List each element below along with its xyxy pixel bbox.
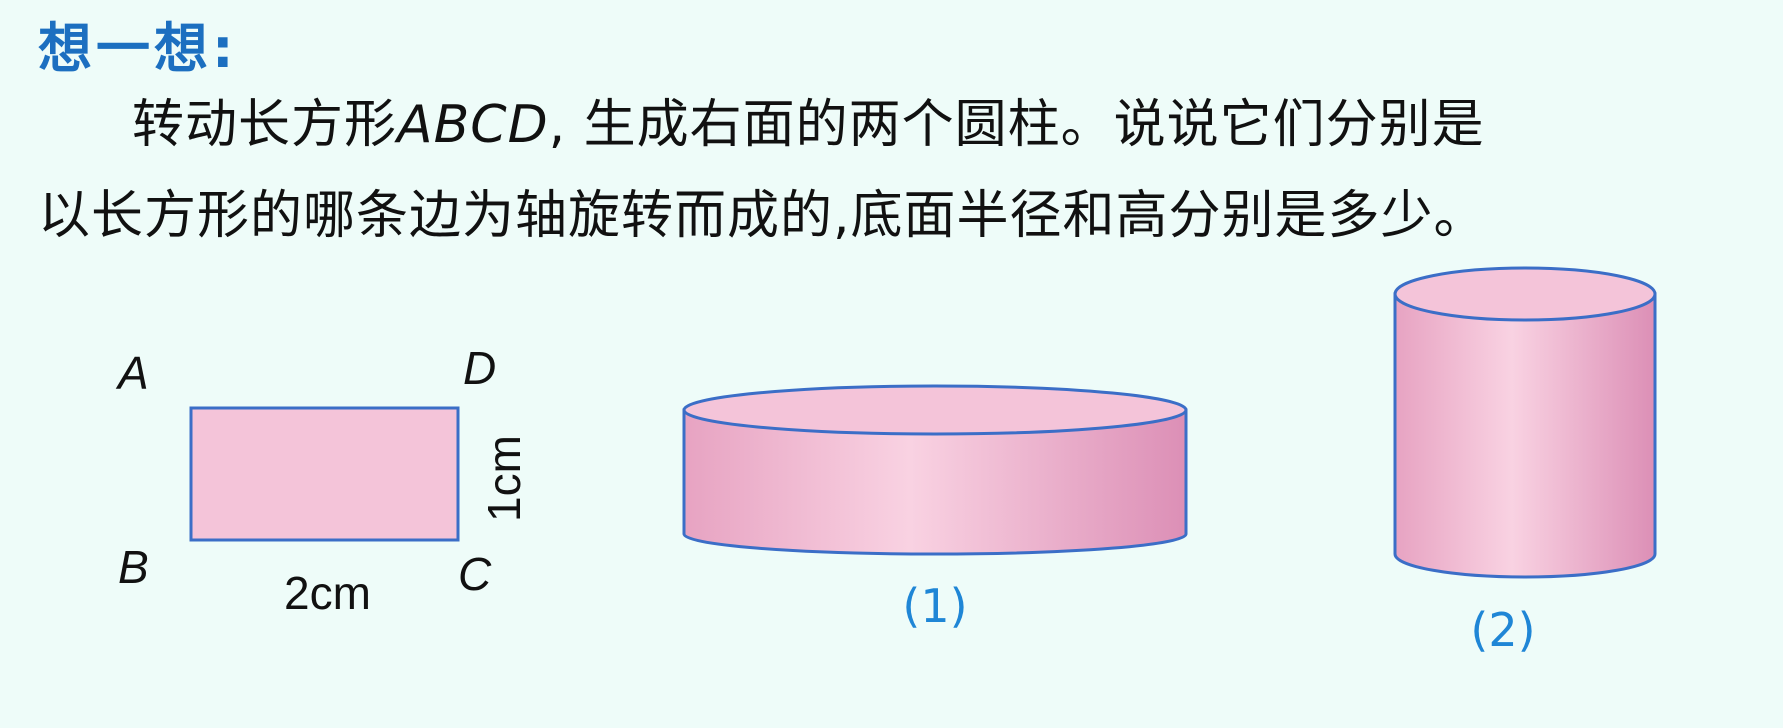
geometry-diagram: A D B C 2cm 1cm (1) (2) [115,266,1657,657]
vertex-d-label: D [463,342,496,394]
cylinder-2-caption: (2) [1470,603,1535,657]
rectangle-shape [189,406,460,542]
vertex-c-label: C [458,548,492,600]
height-label: 1cm [478,435,530,522]
width-label: 2cm [284,567,371,619]
vertex-b-label: B [118,541,149,593]
cylinder-2-top [1393,266,1657,322]
cylinder-1: (1) [682,384,1188,633]
rectangle-abcd: A D B C 2cm 1cm [115,342,530,619]
cylinder-1-caption: (1) [902,579,967,633]
vertex-a-label: A [115,347,149,399]
cylinder-1-top [682,384,1188,436]
cylinder-2-side [1393,292,1657,579]
cylinder-2: (2) [1393,266,1657,657]
